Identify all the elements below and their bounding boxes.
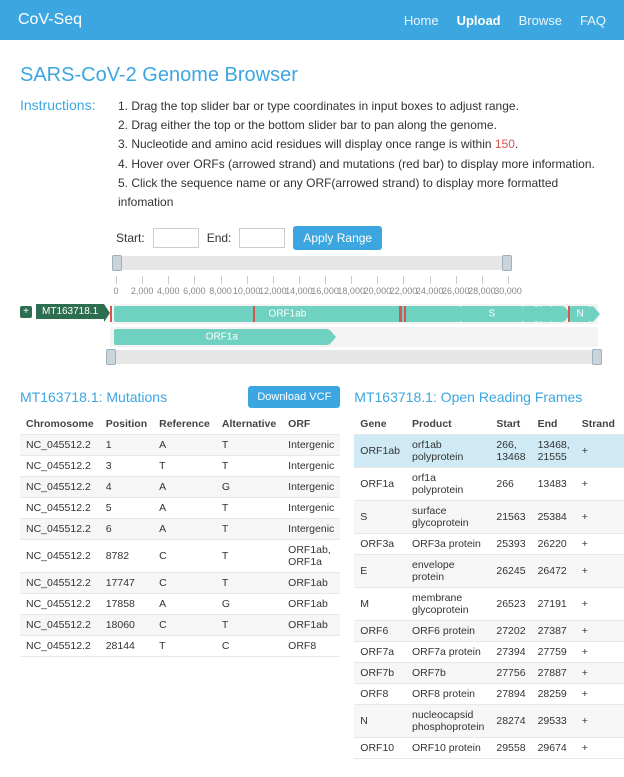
table-row[interactable]: NC_045512.25ATIntergenic <box>20 498 340 519</box>
col-alternative: Alternative <box>216 414 282 435</box>
table-row[interactable]: ORF10ORF10 protein2955829674+2118No <box>354 738 624 759</box>
orf-feature[interactable] <box>537 306 541 322</box>
table-row[interactable]: NC_045512.24AGIntergenic <box>20 477 340 498</box>
orf-track-1: ORF1abS N <box>110 304 598 324</box>
table-row[interactable]: ORF1aborf1ab polyprotein266, 1346813468,… <box>354 435 624 468</box>
instruction-4: 4. Hover over ORFs (arrowed strand) and … <box>118 155 604 174</box>
instruction-5: 5. Click the sequence name or any ORF(ar… <box>118 174 604 212</box>
end-input[interactable] <box>239 228 285 248</box>
mutation-marker[interactable] <box>568 306 570 322</box>
table-row[interactable]: NC_045512.217747CTORF1ab <box>20 573 340 594</box>
instruction-2: 2. Drag either the top or the bottom sli… <box>118 116 604 135</box>
start-input[interactable] <box>153 228 199 248</box>
table-row[interactable]: ORF6ORF6 protein2720227387+1187No <box>354 621 624 642</box>
nav-links: Home Upload Browse FAQ <box>404 13 606 28</box>
range-controls: Start: End: Apply Range <box>116 226 604 250</box>
table-row[interactable]: NC_045512.228144TCORF8 <box>20 636 340 657</box>
table-row[interactable]: Eenvelope protein2624526472+1229No <box>354 555 624 588</box>
slider-handle-left[interactable] <box>112 255 122 271</box>
orf-feature[interactable] <box>541 306 552 322</box>
top-slider[interactable] <box>116 256 508 270</box>
nav-home[interactable]: Home <box>404 13 439 28</box>
nav-browse[interactable]: Browse <box>519 13 562 28</box>
table-row[interactable]: ORF3aORF3a protein2539326220+1829No <box>354 534 624 555</box>
table-row[interactable]: NC_045512.21ATIntergenic <box>20 435 340 456</box>
orf-ORF1ab[interactable]: ORF1ab <box>114 306 460 322</box>
sequence-tag-area: + MT163718.1 <box>20 304 110 319</box>
instructions-list: 1. Drag the top slider bar or type coord… <box>118 97 604 212</box>
table-row[interactable]: ORF7aORF7a protein2739427759+1367No <box>354 642 624 663</box>
table-row[interactable]: NC_045512.28782CTORF1ab, ORF1a <box>20 540 340 573</box>
col-end: End <box>532 414 576 435</box>
col-strand: Strand <box>576 414 621 435</box>
orf-title: MT163718.1: Open Reading Frames <box>354 389 582 405</box>
start-label: Start: <box>116 231 145 245</box>
table-row[interactable]: Mmembrane glycoprotein2652327191+3670No <box>354 588 624 621</box>
table-row[interactable]: NC_045512.217858AGORF1ab <box>20 594 340 615</box>
orf-S[interactable]: S <box>461 306 523 322</box>
col-position: Position <box>100 414 153 435</box>
table-row[interactable]: NC_045512.23TTIntergenic <box>20 456 340 477</box>
instruction-1: 1. Drag the top slider bar or type coord… <box>118 97 604 116</box>
table-row[interactable]: ORF1aorf1a polyprotein26613483+213219No <box>354 468 624 501</box>
sequence-id-tag[interactable]: MT163718.1 <box>36 304 104 319</box>
orf-ORF1a[interactable]: ORF1a <box>114 329 329 345</box>
end-label: End: <box>207 231 232 245</box>
slider-handle-right[interactable] <box>502 255 512 271</box>
instruction-3: 3. Nucleotide and amino acid residues wi… <box>118 135 604 154</box>
slider-handle-right[interactable] <box>592 349 602 365</box>
page-title: SARS-CoV-2 Genome Browser <box>20 64 604 87</box>
mutations-panel: MT163718.1: Mutations Download VCF Chrom… <box>20 386 340 759</box>
orf-N[interactable]: N <box>570 306 590 322</box>
instructions-label: Instructions: <box>20 97 106 212</box>
mutation-marker[interactable] <box>404 306 406 322</box>
mutations-title: MT163718.1: Mutations <box>20 389 167 405</box>
genome-ruler: 02,0004,0006,0008,00010,00012,00014,0001… <box>116 276 508 300</box>
col-product: Product <box>406 414 490 435</box>
table-row[interactable]: ORF7bORF7b2775627887+3133No <box>354 663 624 684</box>
orf-feature[interactable] <box>552 306 563 322</box>
nav-faq[interactable]: FAQ <box>580 13 606 28</box>
bottom-slider[interactable] <box>110 350 598 364</box>
col-reference: Reference <box>153 414 216 435</box>
brand[interactable]: CoV-Seq <box>18 11 82 29</box>
table-row[interactable]: Nnucleocapsid phosphoprotein2827429533+2… <box>354 705 624 738</box>
orf-track-2: ORF1a <box>110 327 598 347</box>
col-chromosome: Chromosome <box>20 414 100 435</box>
col-start: Start <box>490 414 531 435</box>
download-vcf-button[interactable]: Download VCF <box>248 386 340 408</box>
slider-handle-left[interactable] <box>106 349 116 365</box>
col-orf: ORF <box>282 414 340 435</box>
apply-range-button[interactable]: Apply Range <box>293 226 382 250</box>
expand-icon[interactable]: + <box>20 306 32 318</box>
nav-upload[interactable]: Upload <box>457 13 501 28</box>
col-gene: Gene <box>354 414 406 435</box>
orf-panel: MT163718.1: Open Reading Frames Download… <box>354 386 624 759</box>
table-row[interactable]: NC_045512.218060CTORF1ab <box>20 615 340 636</box>
mutation-marker[interactable] <box>400 306 402 322</box>
orf-feature[interactable] <box>591 306 593 322</box>
table-row[interactable]: ORF8ORF8 protein2789428259+3367No <box>354 684 624 705</box>
orf-feature[interactable] <box>523 306 536 322</box>
table-row[interactable]: NC_045512.26ATIntergenic <box>20 519 340 540</box>
mutations-table: ChromosomePositionReferenceAlternativeOR… <box>20 414 340 657</box>
table-row[interactable]: Ssurface glycoprotein2156325384+23823No <box>354 501 624 534</box>
mutation-marker[interactable] <box>253 306 255 322</box>
mutation-marker[interactable] <box>110 306 112 322</box>
orf-table: GeneProductStartEndStrandFrameRNA_length… <box>354 414 624 759</box>
navbar: CoV-Seq Home Upload Browse FAQ <box>0 0 624 40</box>
